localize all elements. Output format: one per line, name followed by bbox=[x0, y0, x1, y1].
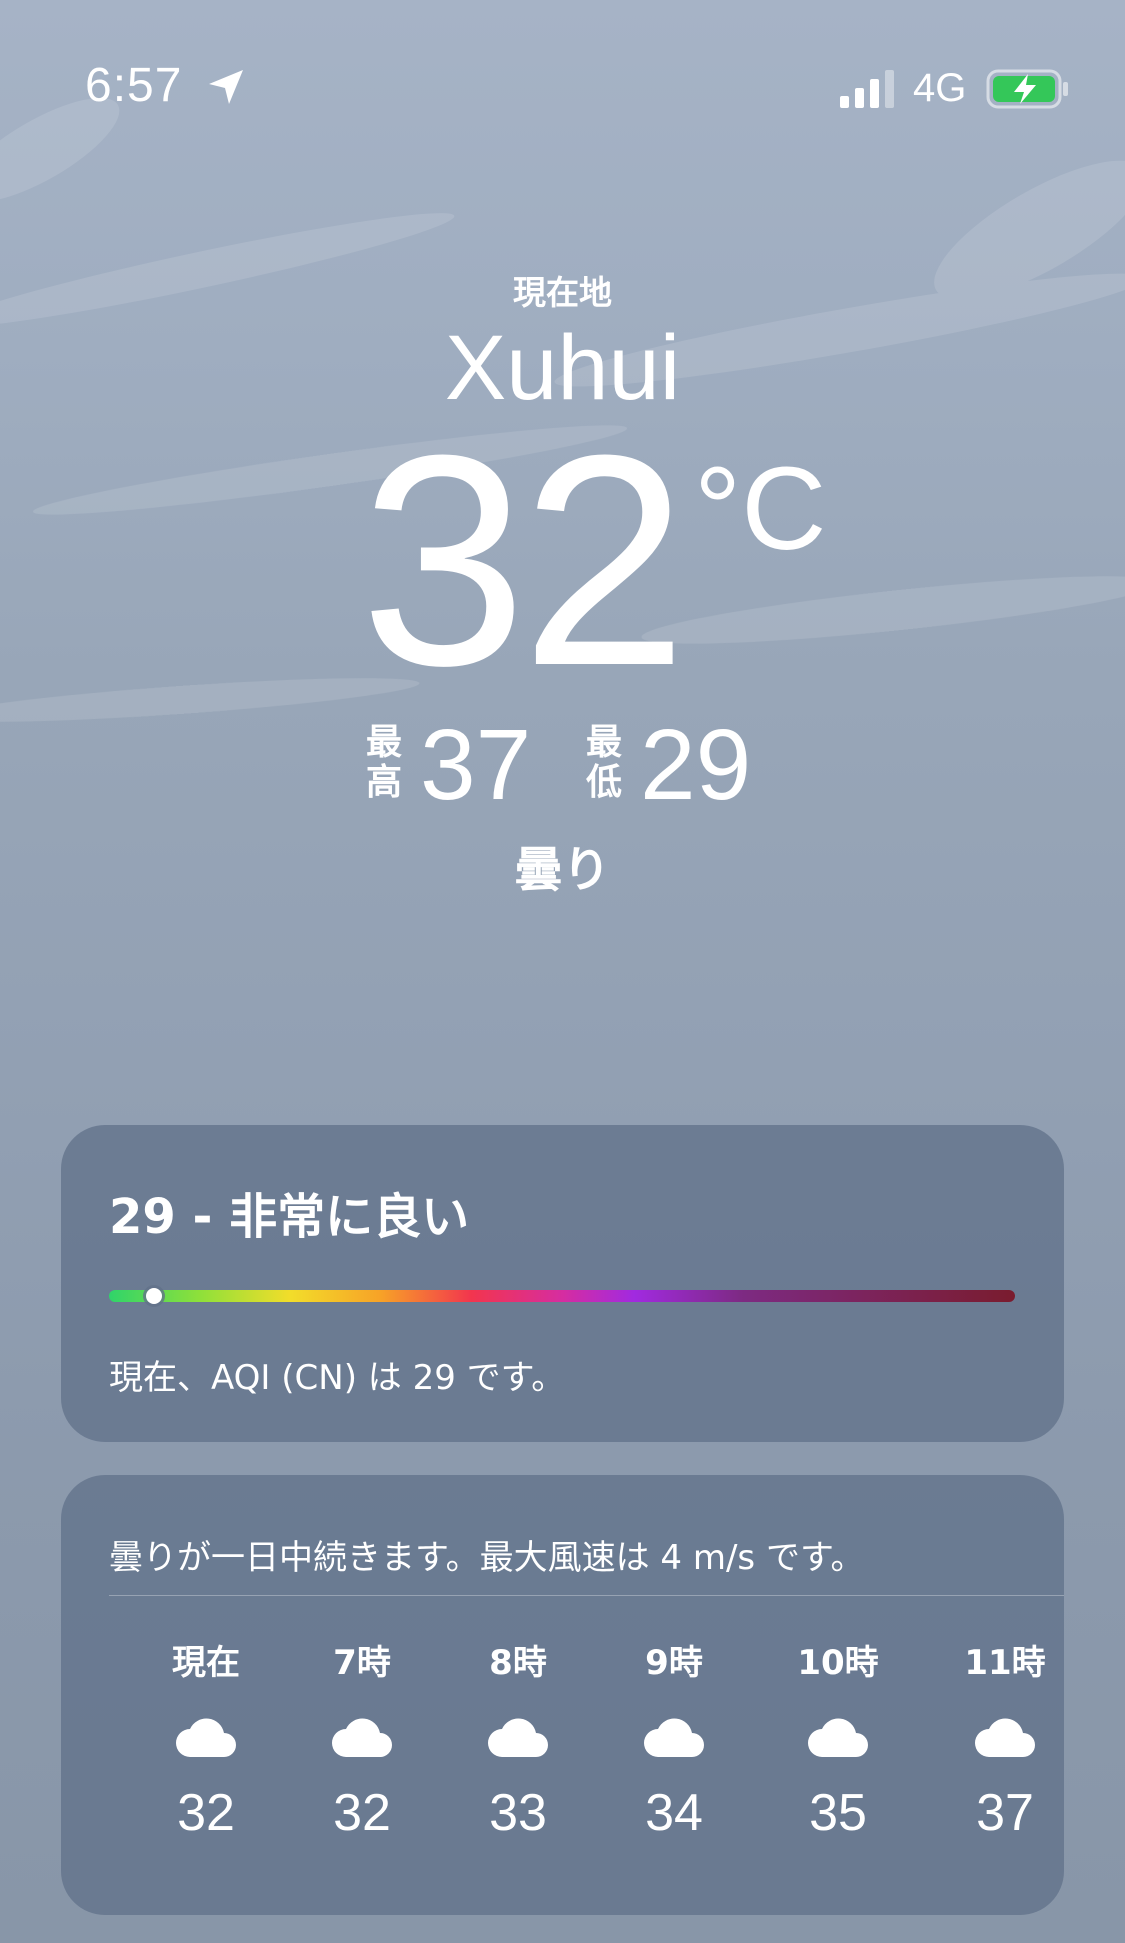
high-label: 最 高 bbox=[365, 722, 402, 803]
aqi-scale-bar bbox=[109, 1290, 1015, 1302]
weather-condition: 曇り bbox=[514, 842, 611, 898]
hourly-list[interactable]: 現在 32 7時 32 8時 33 9時 34 10時 35 11時 37 bbox=[61, 1635, 1064, 1895]
hour-temperature: 33 bbox=[489, 1784, 547, 1842]
low-label: 最 低 bbox=[585, 722, 622, 803]
air-quality-card[interactable]: 29 - 非常に良い 現在、AQI (CN) は 29 です。 bbox=[61, 1125, 1064, 1442]
hourly-forecast-card[interactable]: 曇りが一日中続きます。最大風速は 4 m/s です。 現在 32 7時 32 8… bbox=[61, 1475, 1064, 1915]
signal-strength-icon bbox=[840, 70, 894, 108]
aqi-title: 29 - 非常に良い bbox=[109, 1189, 470, 1245]
location-label: 現在地 bbox=[513, 273, 612, 312]
hour-label: 10時 bbox=[797, 1643, 879, 1683]
forecast-summary: 曇りが一日中続きます。最大風速は 4 m/s です。 bbox=[109, 1538, 865, 1578]
high-low: 最 高 37 最 低 29 bbox=[360, 715, 780, 815]
hour-label: 11時 bbox=[964, 1643, 1046, 1683]
hour-temperature: 35 bbox=[809, 1784, 867, 1842]
hour-temperature: 32 bbox=[333, 1784, 391, 1842]
battery-charging-icon bbox=[986, 69, 1068, 109]
hour-label: 9時 bbox=[645, 1643, 703, 1683]
aqi-description: 現在、AQI (CN) は 29 です。 bbox=[109, 1358, 566, 1398]
hour-item: 8時 33 bbox=[438, 1635, 598, 1895]
cloud-icon bbox=[975, 1718, 1035, 1757]
hour-item: 7時 32 bbox=[282, 1635, 442, 1895]
hour-label: 現在 bbox=[172, 1643, 240, 1683]
temperature-unit: °C bbox=[694, 443, 827, 575]
hour-item: 現在 32 bbox=[126, 1635, 286, 1895]
network-type: 4G bbox=[913, 66, 967, 110]
cloud-icon bbox=[176, 1718, 236, 1757]
cloud-icon bbox=[644, 1718, 704, 1757]
hour-item: 11時 37 bbox=[925, 1635, 1085, 1895]
high-temperature: 37 bbox=[420, 709, 532, 821]
hour-label: 7時 bbox=[333, 1643, 391, 1683]
hour-item: 10時 35 bbox=[758, 1635, 918, 1895]
hour-temperature: 32 bbox=[177, 1784, 235, 1842]
status-time: 6:57 bbox=[85, 59, 183, 112]
hour-temperature: 34 bbox=[645, 1784, 703, 1842]
cloud-icon bbox=[488, 1718, 548, 1757]
status-bar: 6:57 4G bbox=[0, 0, 1125, 180]
hour-temperature: 37 bbox=[976, 1784, 1034, 1842]
low-temperature: 29 bbox=[640, 709, 752, 821]
divider bbox=[109, 1595, 1064, 1596]
hour-label: 8時 bbox=[489, 1643, 547, 1683]
hour-item: 9時 34 bbox=[594, 1635, 754, 1895]
current-temperature: 32 °C bbox=[360, 410, 860, 710]
cloud-icon bbox=[332, 1718, 392, 1757]
temperature-value: 32 bbox=[360, 392, 688, 728]
cloud-icon bbox=[808, 1718, 868, 1757]
location-arrow-icon bbox=[209, 70, 243, 104]
